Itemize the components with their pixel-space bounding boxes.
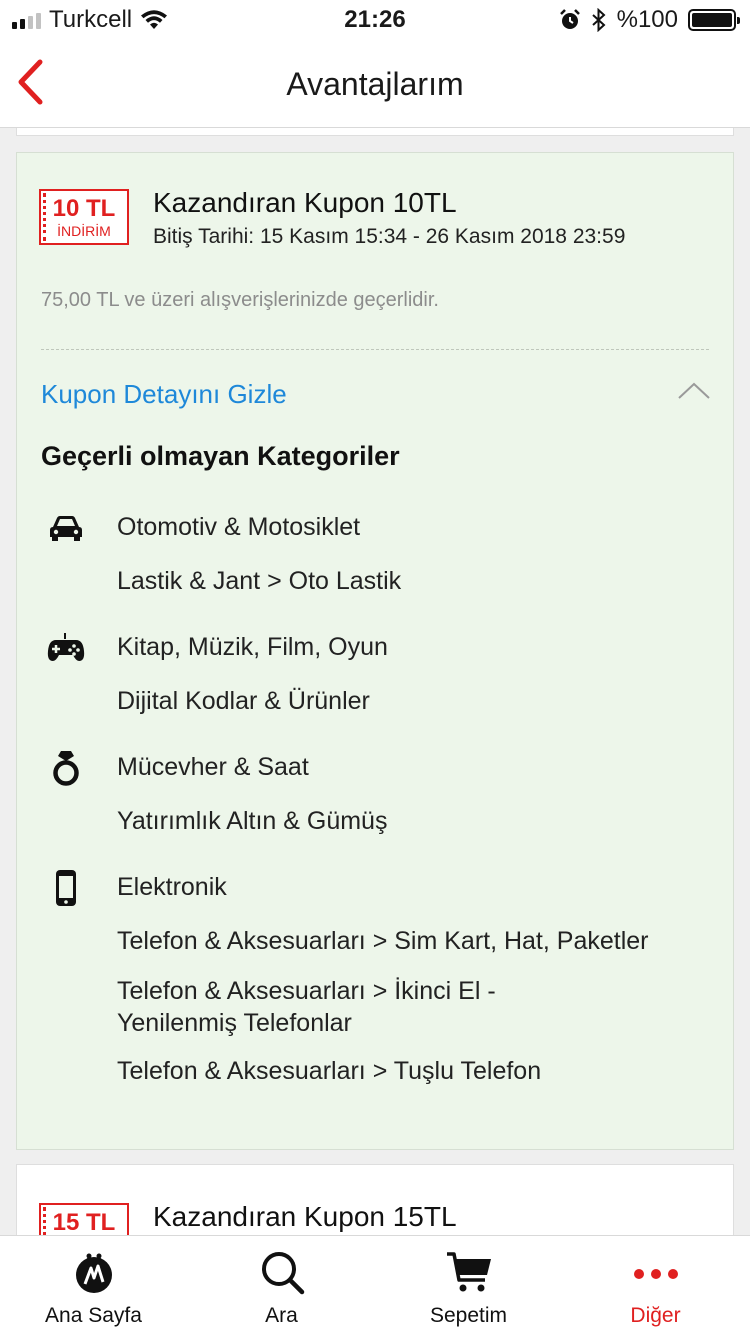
subcategory: Telefon & Aksesuarları > Sim Kart, Hat, … (117, 927, 649, 955)
discount-badge: 10 TL İNDİRİM (39, 189, 129, 245)
category-name: Elektronik (117, 873, 227, 901)
more-dots-icon (633, 1269, 678, 1279)
dashed-divider (41, 349, 709, 350)
coupon-expiry: Bitiş Tarihi: 15 Kasım 15:34 - 26 Kasım … (153, 225, 626, 248)
category-name: Mücevher & Saat (117, 753, 309, 781)
chevron-up-icon[interactable] (677, 381, 711, 401)
subcategory: Telefon & Aksesuarları > İkinci El - Yen… (117, 977, 496, 1037)
tab-more[interactable]: Diğer (562, 1236, 749, 1334)
page-title: Avantajlarım (286, 66, 464, 102)
gamepad-icon (47, 633, 85, 661)
coupon-title: Kazandıran Kupon 15TL (153, 1201, 457, 1232)
navigation-bar: Avantajlarım (0, 40, 750, 128)
coupon-list[interactable]: 10 TL İNDİRİM Kazandıran Kupon 10TL Biti… (0, 128, 750, 1235)
tab-cart[interactable]: Sepetim (375, 1236, 562, 1334)
bluetooth-icon (591, 8, 606, 32)
car-icon (50, 516, 82, 541)
ring-icon (53, 751, 79, 786)
subcategory: Dijital Kodlar & Ürünler (117, 687, 370, 715)
badge-amount: 10 TL (52, 195, 116, 222)
tab-bar: Ana Sayfa Ara Sepetim Diğer (0, 1235, 750, 1334)
cart-icon (446, 1252, 491, 1292)
tab-home[interactable]: Ana Sayfa (0, 1236, 187, 1334)
coupon-card: 10 TL İNDİRİM Kazandıran Kupon 10TL Biti… (16, 152, 734, 1150)
tab-label: Diğer (630, 1304, 681, 1327)
badge-amount: 15 TL (52, 1209, 116, 1235)
coupon-title: Kazandıran Kupon 10TL (153, 187, 457, 218)
excluded-categories-title: Geçerli olmayan Kategoriler (41, 441, 400, 471)
previous-coupon-card (16, 128, 734, 136)
tab-label: Ana Sayfa (45, 1304, 142, 1327)
subcategory: Telefon & Aksesuarları > Tuşlu Telefon (117, 1057, 542, 1085)
phone-icon (56, 870, 76, 906)
subcategory: Lastik & Jant > Oto Lastik (117, 567, 402, 595)
category-name: Kitap, Müzik, Film, Oyun (117, 633, 388, 661)
battery-percent: %100 (616, 6, 678, 33)
tab-label: Ara (265, 1304, 298, 1327)
minimum-spend-note: 75,00 TL ve üzeri alışverişlerinizde geç… (41, 289, 439, 311)
search-icon (261, 1252, 304, 1295)
home-logo-icon (75, 1253, 112, 1293)
badge-tag: İNDİRİM (57, 223, 111, 239)
alarm-icon (559, 9, 580, 29)
category-name: Otomotiv & Motosiklet (117, 513, 361, 541)
hide-details-link[interactable]: Kupon Detayını Gizle (41, 379, 287, 410)
battery-icon (688, 9, 740, 31)
subcategory: Yatırımlık Altın & Gümüş (117, 807, 388, 835)
tab-search[interactable]: Ara (188, 1236, 375, 1334)
tab-label: Sepetim (429, 1304, 508, 1327)
next-coupon-card[interactable]: 15 TL Kazandıran Kupon 15TL (16, 1164, 734, 1235)
discount-badge: 15 TL (39, 1203, 129, 1235)
status-bar: Turkcell 21:26 %100 (0, 0, 750, 40)
